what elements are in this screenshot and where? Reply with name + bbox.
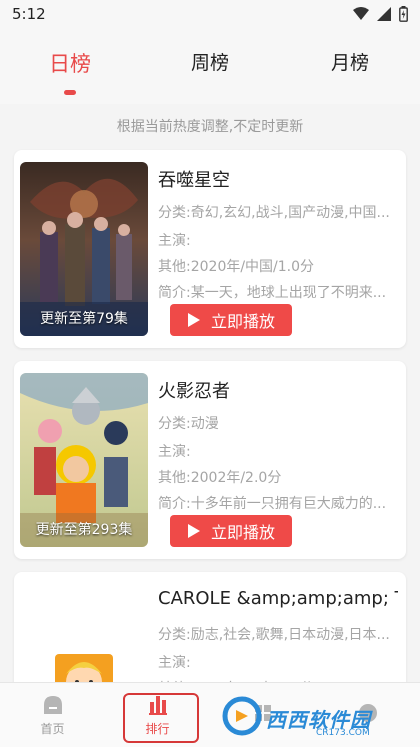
item-category: 分类:励志,社会,歌舞,日本动漫,日本...	[158, 627, 390, 643]
episode-badge: 更新至第293集	[35, 522, 133, 538]
tab-weekly[interactable]: 周榜	[140, 28, 280, 104]
signal-icon	[377, 7, 391, 21]
nav-home[interactable]: 首页	[0, 683, 105, 747]
item-intro: 简介:十多年前一只拥有巨大威力的...	[158, 496, 387, 512]
play-now-label: 立即播放	[210, 312, 275, 331]
tab-daily[interactable]: 日榜	[0, 28, 140, 104]
ranking-hint: 根据当前热度调整,不定时更新	[116, 119, 304, 135]
item-title[interactable]: 火影忍者	[158, 377, 230, 403]
battery-icon	[399, 6, 408, 22]
tab-weekly-label: 周榜	[190, 52, 229, 74]
item-title[interactable]: 吞噬星空	[158, 166, 230, 192]
watermark-logo-icon	[222, 696, 262, 740]
status-time: 5:12	[12, 5, 46, 23]
list-item[interactable]: 更新至第293集 火影忍者 分类:动漫 主演: 其他:2002年/2.0分 简介…	[14, 361, 406, 559]
item-category: 分类:动漫	[158, 416, 219, 432]
item-intro: 简介:某一天，地球上出现了不明来...	[158, 285, 387, 301]
tab-monthly[interactable]: 月榜	[280, 28, 420, 104]
status-bar: 5:12	[0, 0, 420, 28]
play-now-label: 立即播放	[210, 523, 275, 542]
home-icon	[42, 694, 64, 716]
wifi-icon	[353, 7, 369, 21]
watermark-sub: CR173.COM	[316, 728, 370, 738]
item-other: 其他:2020年/中国/1.0分	[158, 259, 315, 275]
tab-daily-label: 日榜	[49, 52, 91, 76]
ranking-tabs: 日榜 周榜 月榜	[0, 28, 420, 104]
watermark: 西西软件园 CR173.COM	[222, 690, 418, 746]
poster-image[interactable]: 更新至第79集	[20, 162, 148, 336]
item-cast: 主演:	[158, 233, 191, 249]
item-other: 其他:2002年/2.0分	[158, 470, 282, 486]
play-now-button[interactable]: 立即播放	[170, 515, 292, 547]
active-tab-highlight	[123, 693, 199, 743]
play-now-button[interactable]: 立即播放	[170, 304, 292, 336]
active-tab-indicator	[64, 90, 76, 95]
play-icon	[187, 523, 201, 539]
episode-badge: 更新至第79集	[40, 311, 128, 327]
poster-image[interactable]: 更新至第293集	[20, 373, 148, 547]
tab-monthly-label: 月榜	[330, 52, 369, 74]
list-item[interactable]: 更新至第79集 吞噬星空 分类:奇幻,玄幻,战斗,国产动漫,中国... 主演: …	[14, 150, 406, 348]
item-title[interactable]: CAROLE &amp;amp;amp; TU...	[158, 588, 398, 609]
play-icon	[187, 312, 201, 328]
item-cast: 主演:	[158, 444, 191, 460]
item-category: 分类:奇幻,玄幻,战斗,国产动漫,中国...	[158, 205, 390, 221]
item-cast: 主演:	[158, 655, 191, 671]
nav-home-label: 首页	[40, 721, 65, 736]
